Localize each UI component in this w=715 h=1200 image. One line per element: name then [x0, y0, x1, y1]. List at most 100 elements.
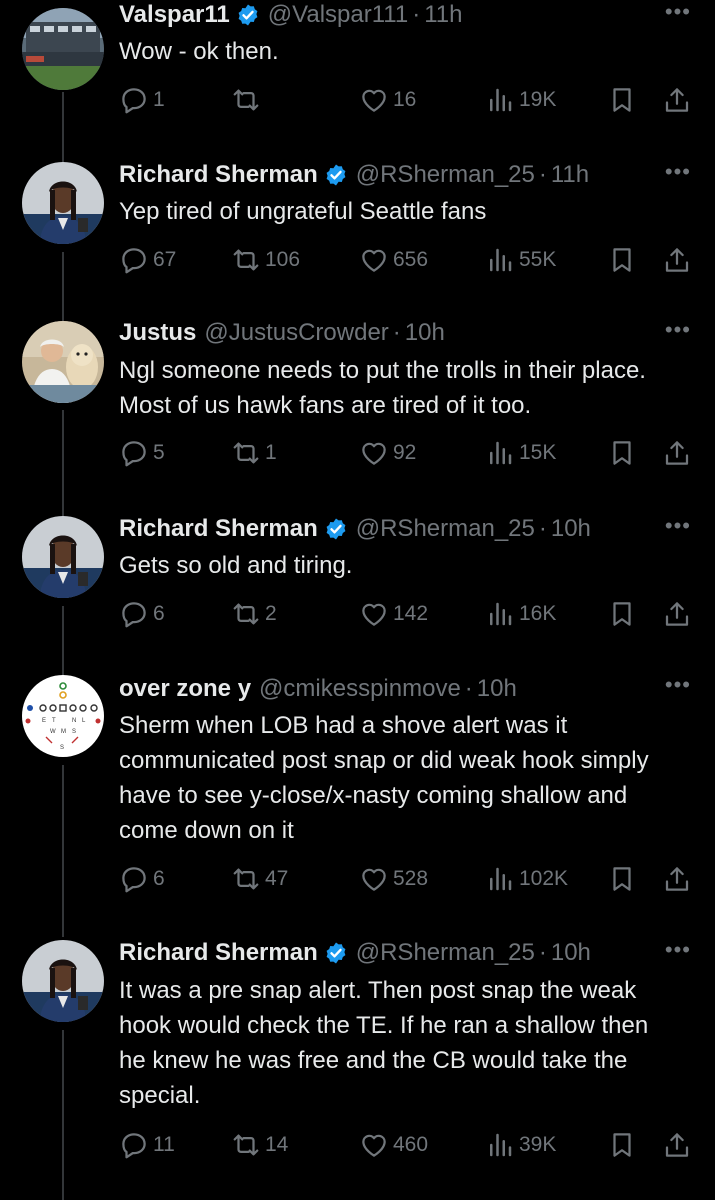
author-name[interactable]: Richard Sherman: [119, 939, 318, 967]
avatar[interactable]: [22, 162, 104, 244]
retweet-button[interactable]: [231, 83, 265, 117]
avatar[interactable]: [22, 321, 104, 403]
heart-icon: [362, 603, 386, 626]
author-handle[interactable]: @JustusCrowder: [204, 319, 388, 347]
views-chart-icon: [490, 88, 512, 112]
bookmark-button[interactable]: [607, 436, 637, 470]
like-count: 92: [393, 441, 417, 464]
timestamp[interactable]: 10h: [551, 515, 591, 543]
avatar[interactable]: [22, 940, 104, 1022]
reply-button[interactable]: 6: [119, 597, 165, 631]
action-bar: 6 47 528 102K: [119, 862, 695, 896]
bookmark-button[interactable]: [607, 1128, 637, 1162]
share-button[interactable]: [662, 862, 692, 896]
timestamp[interactable]: 10h: [477, 675, 517, 703]
bookmark-icon: [613, 248, 631, 272]
author-handle[interactable]: @RSherman_25: [356, 515, 535, 543]
like-button[interactable]: 16: [359, 83, 416, 117]
view-count: 55K: [519, 248, 557, 271]
retweet-icon: [233, 89, 259, 111]
thread-line: [62, 92, 64, 164]
reply-button[interactable]: 67: [119, 243, 176, 277]
share-button[interactable]: [662, 83, 692, 117]
share-button[interactable]: [662, 243, 692, 277]
more-options-icon[interactable]: •••: [665, 319, 691, 341]
tweet[interactable]: Valspar11 @Valspar111 · 11h ••• Wow - ok…: [0, 0, 715, 164]
timestamp[interactable]: 10h: [405, 319, 445, 347]
reply-button[interactable]: 5: [119, 436, 165, 470]
more-options-icon[interactable]: •••: [665, 1, 691, 23]
views-chart-icon: [490, 602, 512, 626]
action-bar: 67 106 656 55K: [119, 243, 695, 277]
retweet-button[interactable]: 1: [231, 436, 277, 470]
bookmark-button[interactable]: [607, 597, 637, 631]
author-name[interactable]: Richard Sherman: [119, 161, 318, 189]
like-count: 656: [393, 248, 429, 271]
views-chart-icon: [490, 1133, 512, 1157]
share-button[interactable]: [662, 597, 692, 631]
like-button[interactable]: 656: [359, 243, 428, 277]
more-options-icon[interactable]: •••: [665, 161, 691, 183]
tweet[interactable]: E T N L W M S S over zone y @cmikesspinm…: [0, 673, 715, 937]
views-button[interactable]: 15K: [485, 436, 556, 470]
reply-icon: [122, 248, 146, 274]
views-button[interactable]: 16K: [485, 597, 556, 631]
avatar[interactable]: E T N L W M S S: [22, 675, 104, 757]
bookmark-button[interactable]: [607, 862, 637, 896]
verified-badge-icon: [326, 164, 346, 186]
views-button[interactable]: 102K: [485, 862, 568, 896]
like-button[interactable]: 528: [359, 862, 428, 896]
tweet[interactable]: Richard Sherman @RSherman_25 · 11h ••• Y…: [0, 160, 715, 324]
share-icon: [665, 88, 689, 112]
reply-button[interactable]: 11: [119, 1128, 175, 1162]
bookmark-icon: [613, 867, 631, 891]
views-button[interactable]: 55K: [485, 243, 556, 277]
retweet-button[interactable]: 2: [231, 597, 277, 631]
author-name[interactable]: Justus: [119, 319, 196, 347]
person-avatar-image: [22, 940, 104, 1022]
share-button[interactable]: [662, 1128, 692, 1162]
heart-icon: [362, 442, 386, 465]
like-button[interactable]: 460: [359, 1128, 428, 1162]
tweet[interactable]: Justus @JustusCrowder · 10h ••• Ngl some…: [0, 318, 715, 520]
more-options-icon[interactable]: •••: [665, 515, 691, 537]
avatar[interactable]: [22, 516, 104, 598]
author-name[interactable]: Valspar11: [119, 1, 230, 29]
timestamp[interactable]: 10h: [551, 939, 591, 967]
tweet-text: Yep tired of ungrateful Seattle fans: [119, 198, 487, 225]
bookmark-button[interactable]: [607, 83, 637, 117]
retweet-button[interactable]: 106: [231, 243, 300, 277]
thread-line: [62, 410, 64, 520]
author-handle[interactable]: @RSherman_25: [356, 161, 535, 189]
share-button[interactable]: [662, 436, 692, 470]
avatar[interactable]: [22, 8, 104, 90]
more-options-icon[interactable]: •••: [665, 674, 691, 696]
like-button[interactable]: 92: [359, 436, 416, 470]
retweet-count: 1: [265, 441, 277, 464]
tweet[interactable]: Richard Sherman @RSherman_25 · 10h ••• G…: [0, 514, 715, 682]
more-options-icon[interactable]: •••: [665, 939, 691, 961]
tweet-header: Richard Sherman @RSherman_25 · 10h: [119, 936, 675, 970]
reply-icon: [122, 1133, 146, 1159]
like-button[interactable]: 142: [359, 597, 428, 631]
views-button[interactable]: 39K: [485, 1128, 556, 1162]
bookmark-button[interactable]: [607, 243, 637, 277]
timestamp[interactable]: 11h: [551, 161, 589, 189]
reply-button[interactable]: 1: [119, 83, 165, 117]
author-handle[interactable]: @Valspar111: [268, 1, 408, 29]
views-button[interactable]: 19K: [485, 83, 556, 117]
retweet-button[interactable]: 47: [231, 862, 288, 896]
author-handle[interactable]: @cmikesspinmove: [259, 675, 461, 703]
author-name[interactable]: Richard Sherman: [119, 515, 318, 543]
view-count: 102K: [519, 867, 569, 890]
author-name[interactable]: over zone y: [119, 675, 251, 703]
separator: ·: [412, 1, 421, 28]
tweet-text: Sherm when LOB had a shove alert was it …: [119, 712, 649, 844]
separator: ·: [392, 319, 401, 346]
author-handle[interactable]: @RSherman_25: [356, 939, 535, 967]
retweet-button[interactable]: 14: [231, 1128, 288, 1162]
reply-button[interactable]: 6: [119, 862, 165, 896]
tweet[interactable]: Richard Sherman @RSherman_25 · 10h ••• I…: [0, 938, 715, 1200]
reply-icon: [122, 867, 146, 893]
timestamp[interactable]: 11h: [424, 1, 462, 29]
